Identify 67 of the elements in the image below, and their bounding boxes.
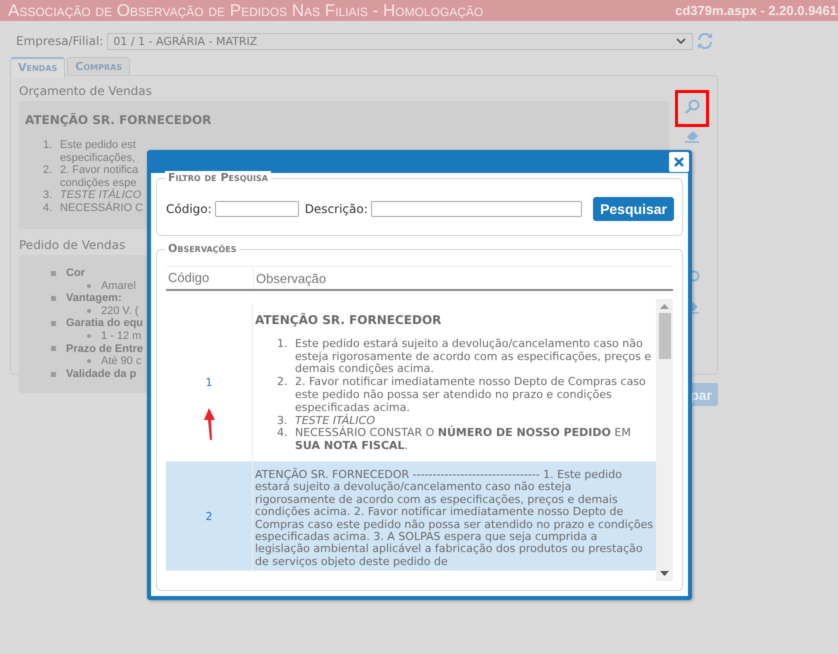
- notice-heading: ATENÇÃO SR. FORNECEDOR: [25, 113, 212, 127]
- list-item: Validade da p: [66, 368, 136, 380]
- close-icon[interactable]: [674, 156, 684, 166]
- list-item: especificações,: [60, 152, 136, 164]
- bullet-icon: [87, 359, 91, 364]
- notice-heading: ATENÇÃO SR. FORNECEDOR: [255, 314, 442, 327]
- field-label: Descrição:: [304, 202, 368, 216]
- close-button[interactable]: [669, 152, 689, 172]
- group-legend: Observações: [165, 242, 240, 255]
- list-number: 3.: [277, 414, 288, 428]
- list-item: Garatia do equ: [66, 317, 144, 330]
- annotation-arrow: [203, 407, 215, 441]
- column-header: Código: [166, 267, 254, 289]
- tab[interactable]: Vendas: [10, 57, 66, 78]
- tab[interactable]: Compras: [67, 57, 130, 75]
- list-number: 1.: [43, 139, 54, 152]
- bullet-icon: [51, 270, 56, 276]
- list-number: 1.: [277, 338, 288, 352]
- code-link[interactable]: 2: [206, 510, 212, 523]
- list-item: condições espe: [60, 176, 136, 189]
- field-label: Código:: [166, 202, 212, 216]
- bullet-icon: [51, 296, 56, 301]
- field-label: Empresa/Filial:: [16, 34, 104, 48]
- input-field[interactable]: [370, 201, 582, 217]
- bullet-icon: [51, 346, 56, 352]
- scrollbar[interactable]: [656, 299, 673, 581]
- list-item: Cor: [66, 267, 85, 280]
- list-item: TESTE ITÁLICO: [295, 414, 376, 427]
- scroll-up-icon[interactable]: [660, 304, 669, 309]
- bullet-icon: [87, 309, 91, 314]
- list-number: 3.: [43, 189, 54, 202]
- bullet-icon: [51, 321, 56, 326]
- input-field[interactable]: [214, 201, 299, 217]
- bullet-icon: [87, 284, 91, 288]
- list-item: NECESSÁRIO C: [60, 202, 144, 215]
- list-item: 1 - 12 m: [101, 330, 142, 343]
- scrollbar-thumb[interactable]: [658, 313, 670, 359]
- list-number: 2.: [277, 376, 288, 390]
- list-number: 4.: [43, 202, 54, 215]
- list-item: Este pedido est: [60, 139, 136, 152]
- section-label: Pedido de Vendas: [19, 238, 126, 254]
- version-label: cd379m.aspx - 2.20.0.9461: [675, 3, 837, 18]
- page-title: Associação de Observação de Pedidos Nas Filiais - Homologação: [8, 0, 484, 20]
- code-link[interactable]: 1: [206, 376, 212, 389]
- list-item: Até 90 c: [101, 355, 142, 368]
- list-item: NECESSÁRIO CONSTAR O NÚMERO DE NOSSO PEDIDO EM SUA NOTA FISCAL.: [295, 427, 632, 453]
- list-item: Amarel: [101, 280, 136, 292]
- list-item: 2. Favor notifica: [60, 164, 138, 177]
- table-row[interactable]: [166, 462, 656, 572]
- group-legend: Filtro de Pesquisa: [165, 171, 271, 184]
- bullet-icon: [51, 372, 56, 377]
- search-button[interactable]: Pesquisar: [593, 197, 674, 221]
- list-item: 220 V. (: [101, 304, 139, 318]
- list-item: 2. Favor notificar imediatamente nosso Depto de Compras caso este pedido não possa ser atendido no prazo e condições especificadas acima.: [295, 376, 647, 414]
- scroll-down-icon[interactable]: [660, 571, 669, 576]
- column-header: Observação: [255, 270, 326, 286]
- list-item: TESTE ITÁLICO: [60, 189, 142, 202]
- observation-text: ATENÇÃO SR. FORNECEDOR -------------------------------- 1. Este pedido estará sujeito a devolução/cancelamento caso não esteja rigorosamente de acordo com as especificações, preços e demais condições acima. 2. Favor notificar imediatamente nosso Depto de Compras caso este pedido não possa ser atendido no prazo e condições especificadas acima. 3. A SOLPAS espera que seja cumprida a legislação ambiental aplicável a fabricação dos produtos ou prestação de serviços objeto deste pedido de: [255, 468, 654, 568]
- list-number: 2.: [43, 164, 54, 177]
- list-item: Vantagem:: [66, 292, 122, 305]
- list-item: Prazo de Entre: [66, 342, 144, 356]
- chevron-icon[interactable]: [676, 38, 686, 44]
- list-item: Este pedido estará sujeito a devolução/cancelamento caso não esteja rigorosamente de acordo com as especificações, preços e demais condições acima.: [295, 338, 652, 376]
- section-label: Orçamento de Vendas: [19, 84, 152, 100]
- company-select[interactable]: 01 / 1 - AGRÁRIA - MATRIZ: [107, 32, 694, 50]
- list-number: 4.: [277, 427, 288, 442]
- bullet-icon: [87, 334, 91, 338]
